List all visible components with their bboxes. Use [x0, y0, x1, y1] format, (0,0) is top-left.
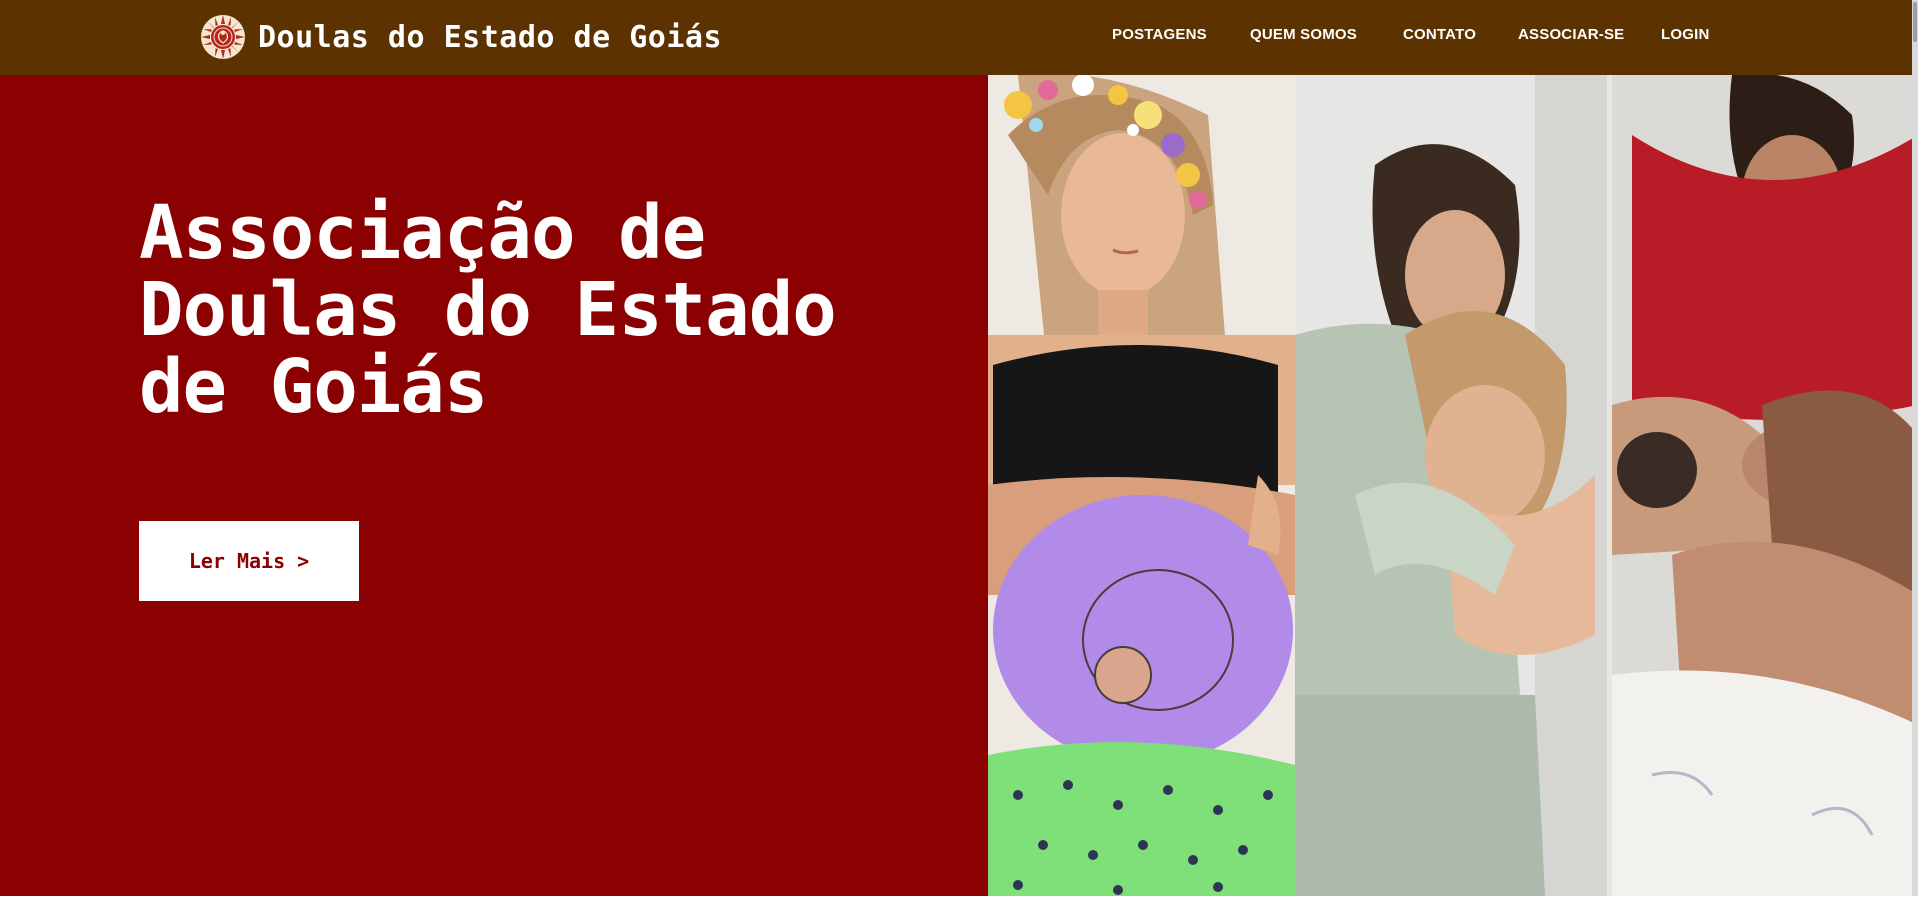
page: Doulas do Estado de Goiás POSTAGENS QUEM…: [0, 0, 1918, 896]
read-more-label: Ler Mais: [188, 549, 286, 573]
site-header: Doulas do Estado de Goiás POSTAGENS QUEM…: [0, 0, 1918, 75]
nav-item-contato[interactable]: CONTATO: [1403, 26, 1476, 43]
nav-item-quem-somos[interactable]: QUEM SOMOS: [1250, 26, 1357, 43]
doula-embracing-woman-photo: [1295, 75, 1607, 896]
main-nav: POSTAGENS QUEM SOMOS CONTATO ASSOCIAR-SE…: [0, 0, 1918, 75]
nav-item-login[interactable]: LOGIN: [1661, 26, 1710, 43]
nav-item-associar-se[interactable]: ASSOCIAR-SE: [1518, 26, 1624, 43]
page-scrollbar[interactable]: [1912, 0, 1918, 896]
hero-title: Associação de Doulas do Estado de Goiás: [139, 190, 837, 430]
nav-item-postagens[interactable]: POSTAGENS: [1112, 26, 1207, 43]
read-more-button[interactable]: Ler Mais >: [139, 521, 359, 601]
pregnant-woman-belly-painting-photo: [988, 75, 1295, 896]
chevron-right-icon: >: [297, 549, 310, 573]
mother-with-newborn-photo: [1612, 75, 1918, 896]
hero-section: Associação de Doulas do Estado de Goiás …: [0, 75, 988, 896]
page-scrollbar-thumb[interactable]: [1913, 2, 1917, 42]
